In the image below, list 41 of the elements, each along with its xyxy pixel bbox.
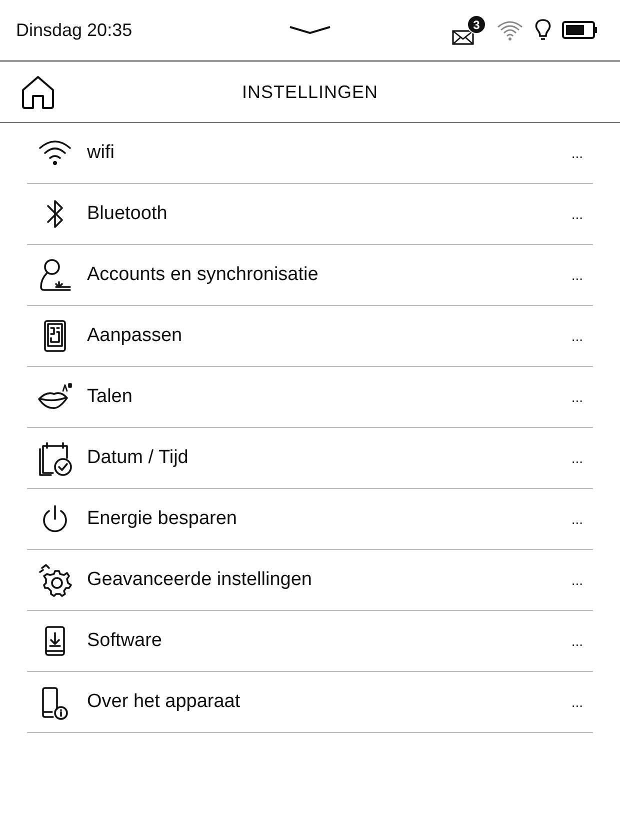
more-dots[interactable]: ... <box>571 450 583 466</box>
status-datetime: Dinsdag 20:35 <box>16 20 132 40</box>
gears-icon <box>37 562 73 598</box>
settings-item[interactable]: Software ... <box>27 611 593 672</box>
item-label: Geavanceerde instellingen <box>87 569 312 591</box>
item-label: Over het apparaat <box>87 691 240 713</box>
settings-item[interactable]: Talen ... <box>27 367 593 428</box>
item-label: Software <box>87 630 162 652</box>
more-dots[interactable]: ... <box>571 511 583 527</box>
home-icon[interactable] <box>20 74 56 110</box>
battery-icon <box>562 21 598 39</box>
settings-item[interactable]: Over het apparaat ... <box>27 672 593 733</box>
item-label: Energie besparen <box>87 508 237 530</box>
settings-item[interactable]: Bluetooth ... <box>27 184 593 245</box>
more-dots[interactable]: ... <box>571 328 583 344</box>
bulb-icon <box>534 18 552 42</box>
settings-item[interactable]: Datum / Tijd ... <box>27 428 593 489</box>
item-label: Aanpassen <box>87 325 182 347</box>
item-label: Datum / Tijd <box>87 447 188 469</box>
calendar-icon <box>37 440 73 476</box>
more-dots[interactable]: ... <box>571 267 583 283</box>
more-dots[interactable]: ... <box>571 633 583 649</box>
wifi-icon <box>496 19 524 41</box>
more-dots[interactable]: ... <box>571 694 583 710</box>
more-dots[interactable]: ... <box>571 206 583 222</box>
more-dots[interactable]: ... <box>571 145 583 161</box>
page-title: INSTELLINGEN <box>240 82 380 102</box>
settings-item[interactable]: Energie besparen ... <box>27 489 593 550</box>
item-label: Accounts en synchronisatie <box>87 264 318 286</box>
chevron-down-icon[interactable] <box>288 24 332 36</box>
settings-item[interactable]: Accounts en synchronisatie ... <box>27 245 593 306</box>
more-dots[interactable]: ... <box>571 572 583 588</box>
more-dots[interactable]: ... <box>571 389 583 405</box>
user-icon <box>37 257 73 293</box>
item-label: Bluetooth <box>87 203 168 225</box>
settings-item[interactable]: Aanpassen ... <box>27 306 593 367</box>
settings-item[interactable]: wifi ... <box>27 123 593 184</box>
item-label: Talen <box>87 386 132 408</box>
item-label: wifi <box>87 142 114 164</box>
mail-count-badge: 3 <box>467 15 486 34</box>
settings-item[interactable]: Geavanceerde instellingen ... <box>27 550 593 611</box>
